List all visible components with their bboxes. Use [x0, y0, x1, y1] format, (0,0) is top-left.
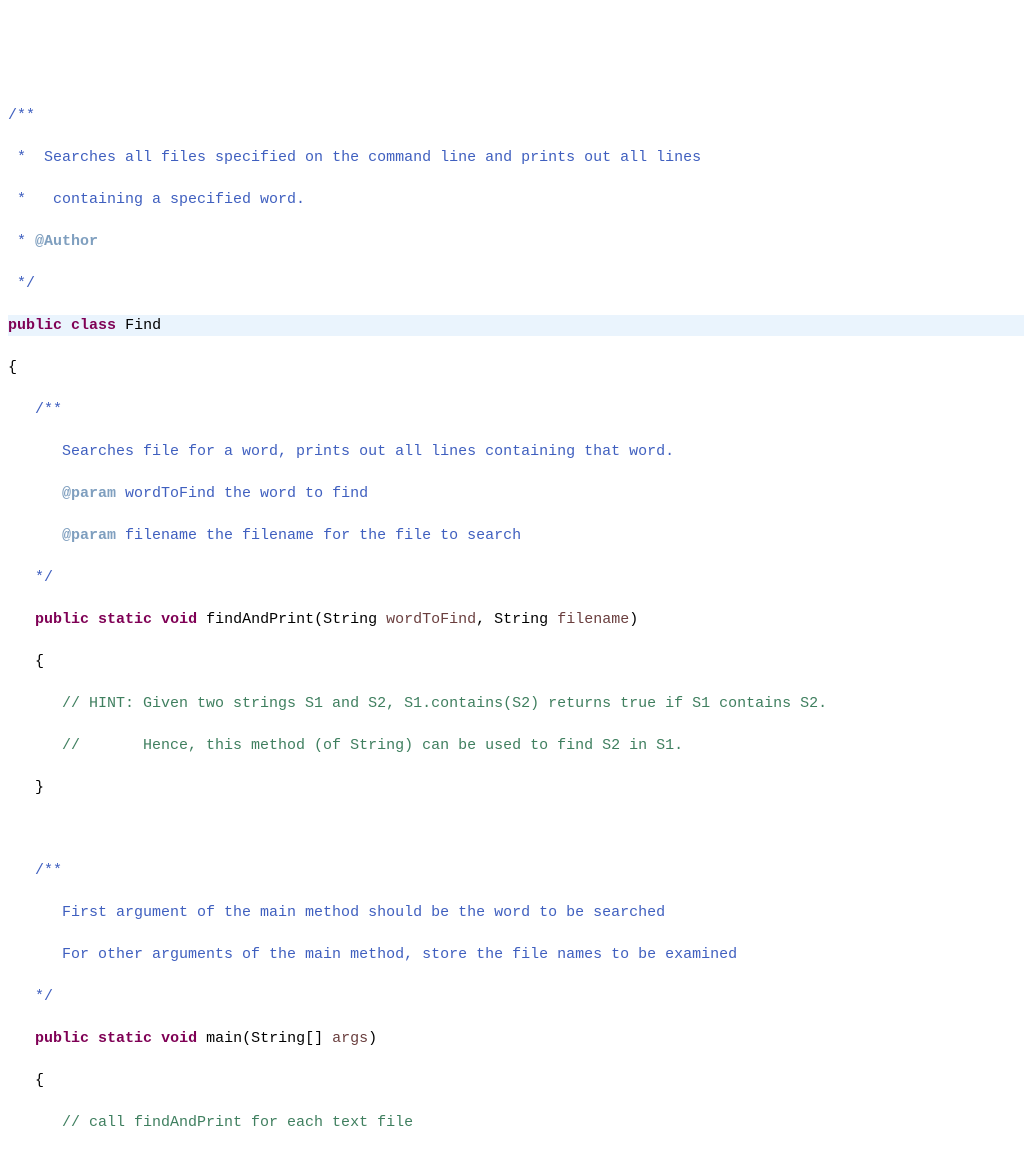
javadoc-start: /** [8, 862, 62, 879]
code-line: { [8, 357, 1024, 378]
keyword: void [161, 1030, 197, 1047]
code-line: public static void findAndPrint(String w… [8, 609, 1024, 630]
keyword: public [8, 317, 62, 334]
method-name: findAndPrint [206, 611, 314, 628]
code-line [8, 1154, 1024, 1174]
javadoc-text: filename the filename for the file to se… [116, 527, 521, 544]
code-line: /** [8, 105, 1024, 126]
code-line-highlighted: public class Find [8, 315, 1024, 336]
param-name: filename [557, 611, 629, 628]
javadoc-text: Searches file for a word, prints out all… [62, 443, 674, 460]
keyword: public [35, 1030, 89, 1047]
code-line: /** [8, 860, 1024, 881]
code-line: @param filename the filename for the fil… [8, 525, 1024, 546]
keyword: class [71, 317, 116, 334]
brace: { [8, 653, 44, 670]
code-line: // HINT: Given two strings S1 and S2, S1… [8, 693, 1024, 714]
code-line: /** [8, 399, 1024, 420]
javadoc-text: First argument of the main method should… [62, 904, 665, 921]
brace: { [8, 359, 17, 376]
code-line: * Searches all files specified on the co… [8, 147, 1024, 168]
code-line: // Hence, this method (of String) can be… [8, 735, 1024, 756]
class-name: Find [125, 317, 161, 334]
method-name: main [206, 1030, 242, 1047]
code-line: Searches file for a word, prints out all… [8, 441, 1024, 462]
javadoc-start: /** [8, 401, 62, 418]
code-line: @param wordToFind the word to find [8, 483, 1024, 504]
param-name: wordToFind [386, 611, 476, 628]
javadoc-text: For other arguments of the main method, … [62, 946, 737, 963]
code-line: } [8, 777, 1024, 798]
code-line: */ [8, 986, 1024, 1007]
javadoc-end: */ [8, 988, 53, 1005]
code-line: { [8, 651, 1024, 672]
javadoc-text: * containing a specified word. [8, 191, 305, 208]
javadoc-tag: @Author [35, 233, 98, 250]
code-line: // call findAndPrint for each text file [8, 1112, 1024, 1133]
param-name: args [332, 1030, 368, 1047]
comment: // call findAndPrint for each text file [62, 1114, 413, 1131]
comment: // HINT: Given two strings S1 and S2, S1… [62, 695, 827, 712]
code-line: First argument of the main method should… [8, 902, 1024, 923]
code-line: */ [8, 273, 1024, 294]
javadoc-tag: @param [62, 527, 116, 544]
code-line: public static void main(String[] args) [8, 1028, 1024, 1049]
brace: } [8, 779, 44, 796]
javadoc-end: */ [8, 569, 53, 586]
code-editor[interactable]: /** * Searches all files specified on th… [0, 84, 1024, 1176]
javadoc-start: /** [8, 107, 35, 124]
keyword: static [98, 611, 152, 628]
javadoc-end: */ [8, 275, 35, 292]
javadoc-text: wordToFind the word to find [116, 485, 368, 502]
brace: { [8, 1072, 44, 1089]
javadoc-tag: @param [62, 485, 116, 502]
keyword: static [98, 1030, 152, 1047]
comment: // Hence, this method (of String) can be… [62, 737, 683, 754]
javadoc-text: * Searches all files specified on the co… [8, 149, 701, 166]
code-line [8, 819, 1024, 839]
code-line: { [8, 1070, 1024, 1091]
code-line: */ [8, 567, 1024, 588]
keyword: void [161, 611, 197, 628]
keyword: public [35, 611, 89, 628]
code-line: For other arguments of the main method, … [8, 944, 1024, 965]
code-line: * @Author [8, 231, 1024, 252]
code-line: * containing a specified word. [8, 189, 1024, 210]
